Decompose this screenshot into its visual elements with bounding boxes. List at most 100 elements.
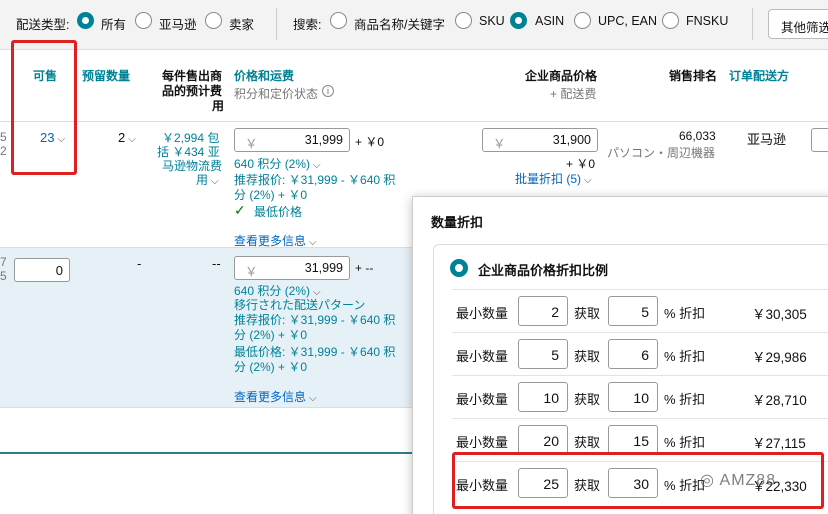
radio-title-keyword[interactable] bbox=[330, 12, 347, 29]
min-qty-label: 最小数量 bbox=[456, 349, 509, 364]
discount-tier-row: 最小数量 5 获取 6 % 折扣 ￥29,986 bbox=[452, 332, 828, 372]
info-icon[interactable]: i bbox=[322, 85, 334, 97]
min-qty-label: 最小数量 bbox=[456, 392, 509, 407]
min-qty-input[interactable]: 5 bbox=[518, 339, 568, 369]
see-more-link[interactable]: 查看更多信息 ⌵ bbox=[234, 388, 317, 405]
action-dropdown-cutoff[interactable] bbox=[811, 128, 828, 152]
chevron-down-icon: ⌵ bbox=[211, 176, 219, 187]
chevron-down-icon: ⌵ bbox=[309, 237, 317, 248]
row-cell-cutoff: 5 bbox=[0, 269, 7, 283]
option-title-keyword-label: 商品名称/关键字 bbox=[354, 18, 445, 32]
col-price[interactable]: 价格和运费 bbox=[234, 69, 294, 84]
chevron-down-icon: ⌵ bbox=[313, 160, 321, 171]
quantity-discount-link[interactable]: 批量折扣 (5) ⌵ bbox=[515, 170, 592, 187]
get-label: 获取 bbox=[574, 349, 601, 364]
filter-divider bbox=[752, 8, 753, 40]
radio-upc-ean[interactable] bbox=[574, 12, 591, 29]
option-merchant-label: 卖家 bbox=[229, 18, 255, 32]
option-upc-ean-label: UPC, EAN bbox=[598, 14, 658, 28]
get-label: 获取 bbox=[574, 392, 601, 407]
get-label: 获取 bbox=[574, 435, 601, 450]
min-qty-label: 最小数量 bbox=[456, 435, 509, 450]
option-asin-label: ASIN bbox=[535, 14, 565, 28]
tier-price: ￥30,305 bbox=[752, 307, 807, 322]
radio-fnsku[interactable] bbox=[662, 12, 679, 29]
radio-merchant[interactable] bbox=[205, 12, 222, 29]
min-qty-input[interactable]: 2 bbox=[518, 296, 568, 326]
lowest-price-status: 最低价格 bbox=[254, 205, 303, 219]
discount-tier-row: 最小数量 10 获取 10 % 折扣 ￥28,710 bbox=[452, 375, 828, 415]
pct-off-label: % 折扣 bbox=[664, 435, 706, 450]
chevron-down-icon: ⌵ bbox=[128, 134, 136, 145]
shipping-text: + -- bbox=[355, 261, 374, 275]
pct-off-label: % 折扣 bbox=[664, 392, 706, 407]
col-fee-line2: 品的预计费 bbox=[162, 84, 223, 98]
pct-off-label: % 折扣 bbox=[664, 306, 706, 321]
filter-bar: 配送类型: 所有 亚马逊 卖家 搜索: 商品名称/关键字 SKU ASIN UP… bbox=[0, 0, 828, 50]
table-bottom-border bbox=[0, 452, 420, 454]
price-input[interactable]: ￥ 31,999 bbox=[234, 256, 350, 280]
fulfilled-by-value: 亚马逊 bbox=[747, 132, 787, 147]
highlight-box bbox=[11, 40, 77, 175]
sales-rank-category: パソコン・周辺機器 bbox=[607, 146, 716, 160]
yen-symbol: ￥ bbox=[245, 137, 258, 151]
yen-symbol: ￥ bbox=[493, 137, 506, 151]
check-icon: ✓ bbox=[234, 202, 246, 218]
get-label: 获取 bbox=[574, 306, 601, 321]
recommended-price-line2: 分 (2%) + ￥0 bbox=[234, 188, 308, 202]
min-qty-label: 最小数量 bbox=[456, 306, 509, 321]
chevron-down-icon: ⌵ bbox=[584, 175, 592, 186]
col-fee-line1: 每件售出商 bbox=[162, 69, 223, 83]
pct-off-label: % 折扣 bbox=[664, 349, 706, 364]
col-business-sub: + 配送费 bbox=[550, 87, 597, 101]
tier-price: ￥29,986 bbox=[752, 350, 807, 365]
fee-text[interactable]: 用 ⌵ bbox=[196, 171, 219, 188]
tier-price: ￥27,115 bbox=[752, 436, 806, 451]
recommended-price-line2: 分 (2%) + ￥0 bbox=[234, 328, 308, 342]
search-label: 搜索: bbox=[293, 18, 322, 32]
percent-discount-label: 企业商品价格折扣比例 bbox=[478, 263, 609, 278]
col-sales-rank: 销售排名 bbox=[669, 69, 718, 83]
row-cell-cutoff: 7 bbox=[0, 255, 7, 269]
col-fulfilled-by[interactable]: 订单配送方 bbox=[729, 69, 789, 84]
radio-all[interactable] bbox=[77, 12, 94, 29]
col-fee-line3: 用 bbox=[212, 99, 225, 113]
fee-text: -- bbox=[212, 256, 221, 271]
option-fnsku-label: FNSKU bbox=[686, 14, 729, 28]
price-input[interactable]: ￥ 31,999 bbox=[234, 128, 350, 152]
business-price-input[interactable]: ￥ 31,900 bbox=[482, 128, 598, 152]
yen-symbol: ￥ bbox=[245, 265, 258, 279]
wechat-icon: ◎ bbox=[700, 472, 720, 489]
sales-rank-value: 66,033 bbox=[679, 129, 716, 143]
discount-pct-input[interactable]: 10 bbox=[608, 382, 658, 412]
available-quantity-input[interactable]: 0 bbox=[14, 258, 70, 282]
radio-asin[interactable] bbox=[510, 12, 527, 29]
discount-pct-input[interactable]: 6 bbox=[608, 339, 658, 369]
row-cell-cutoff: 5 bbox=[0, 130, 7, 144]
discount-pct-input[interactable]: 15 bbox=[608, 425, 658, 455]
col-reserved[interactable]: 预留数量 bbox=[82, 69, 130, 84]
reserved-quantity: - bbox=[137, 256, 142, 271]
option-all-label: 所有 bbox=[101, 18, 127, 32]
see-more-link[interactable]: 查看更多信息 ⌵ bbox=[234, 232, 317, 249]
fulfillment-type-label: 配送类型: bbox=[16, 18, 70, 32]
discount-tier-row: 最小数量 2 获取 5 % 折扣 ￥30,305 bbox=[452, 289, 828, 329]
filter-divider bbox=[276, 8, 277, 40]
tier-price: ￥28,710 bbox=[752, 393, 807, 408]
radio-amazon[interactable] bbox=[135, 12, 152, 29]
min-qty-input[interactable]: 10 bbox=[518, 382, 568, 412]
row-cell-cutoff: 2 bbox=[0, 144, 7, 158]
radio-sku[interactable] bbox=[455, 12, 472, 29]
reserved-quantity[interactable]: 2 ⌵ bbox=[118, 130, 136, 145]
more-filters-button[interactable]: 其他筛选 bbox=[768, 9, 828, 39]
radio-percent-discount[interactable] bbox=[450, 259, 468, 277]
watermark: ◎ AMZ88 bbox=[700, 472, 777, 489]
discount-pct-input[interactable]: 5 bbox=[608, 296, 658, 326]
col-business-price: 企业商品价格 bbox=[525, 69, 598, 83]
lowest-price-line2: 分 (2%) + ￥0 bbox=[234, 360, 308, 374]
points-dropdown[interactable]: 640 积分 (2%) ⌵ bbox=[234, 155, 321, 172]
min-qty-input[interactable]: 20 bbox=[518, 425, 568, 455]
table-header: 可售 预留数量 每件售出商 品的预计费 用 价格和运费 积分和定价状态 i 企业… bbox=[0, 50, 828, 122]
shipping-text: + ￥0 bbox=[355, 135, 385, 149]
col-price-sub: 积分和定价状态 bbox=[234, 87, 319, 101]
